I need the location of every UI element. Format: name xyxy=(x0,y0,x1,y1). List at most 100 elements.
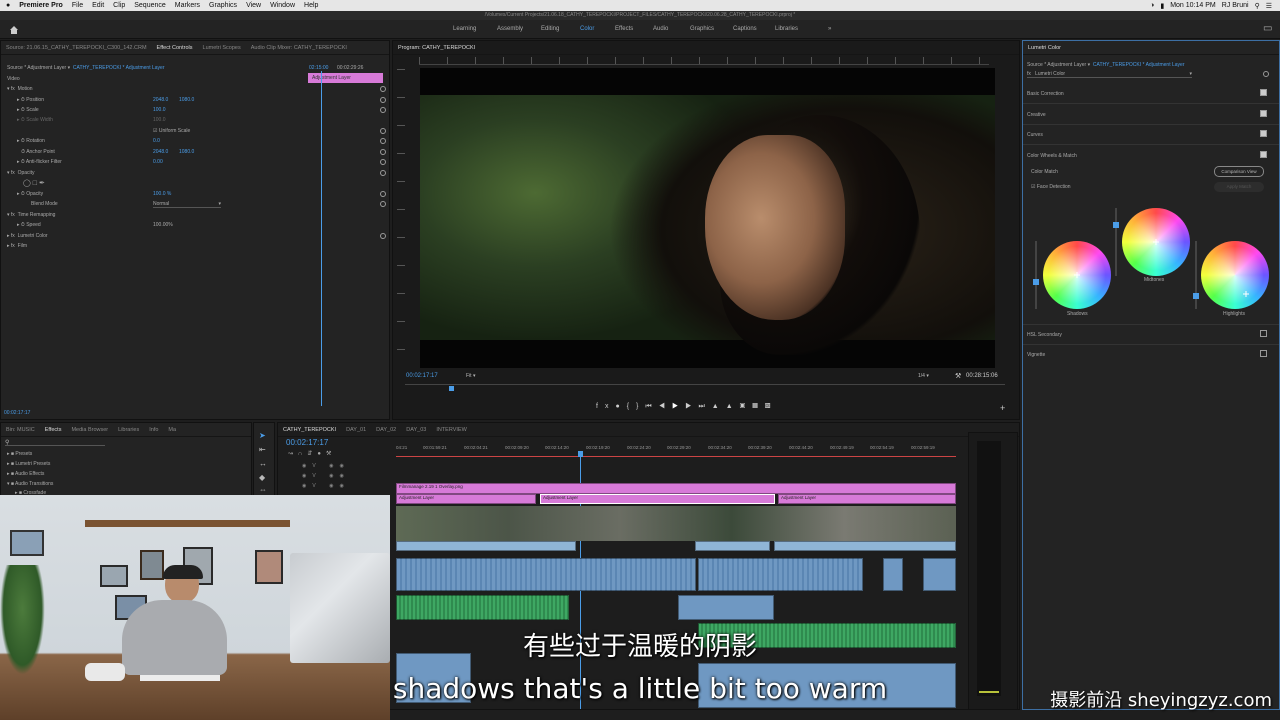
timeline-ruler[interactable]: 04:21 00:01:59:21 00:02:04:21 00:02:09:2… xyxy=(396,445,956,454)
ws-learning[interactable]: Learning xyxy=(453,26,476,32)
scale-value[interactable]: 100.0 xyxy=(153,107,166,113)
anchor-y[interactable]: 1080.0 xyxy=(179,149,194,155)
clock[interactable]: Mon 10:14 PM xyxy=(1170,2,1216,9)
mask-tools[interactable]: ◯ □ ✒ xyxy=(23,179,45,187)
camera-icon[interactable]: ▣ xyxy=(740,403,753,410)
app-menu[interactable]: Premiere Pro xyxy=(19,2,63,9)
section-color-wheels[interactable]: Color Wheels & Match xyxy=(1027,153,1077,159)
apple-icon[interactable]: ● xyxy=(6,2,10,9)
row-anchor-point[interactable]: ⏱ Anchor Point xyxy=(17,149,55,155)
music-clip[interactable] xyxy=(396,595,569,620)
timeline-tool-icons[interactable]: ↝∩⇵●⚒ xyxy=(288,450,336,457)
midtones-wheel[interactable] xyxy=(1122,208,1190,276)
highlights-wheel[interactable] xyxy=(1201,241,1269,309)
row-scale-width[interactable]: ▸ ⏱ Scale Width xyxy=(17,117,53,123)
tab-effect-controls[interactable]: Effect Controls xyxy=(157,45,193,51)
speed-value[interactable]: 100.00% xyxy=(153,222,173,228)
scale-width-value[interactable]: 100.0 xyxy=(153,117,166,123)
reset-icon[interactable] xyxy=(380,138,386,144)
comparison-view-button[interactable]: Comparison View xyxy=(1214,166,1264,177)
ws-captions[interactable]: Captions xyxy=(733,26,757,32)
midtones-slider[interactable] xyxy=(1113,208,1119,276)
row-film[interactable]: ▸ fx Film xyxy=(7,243,27,249)
tab-lumetri-scopes[interactable]: Lumetri Scopes xyxy=(203,45,241,51)
tab-day-03[interactable]: DAY_03 xyxy=(406,427,426,433)
section-basic-correction[interactable]: Basic Correction xyxy=(1027,91,1064,97)
tab-effects[interactable]: Effects xyxy=(45,427,62,433)
go-out-icon[interactable]: ⏭ xyxy=(698,403,711,410)
timeline-timecode[interactable]: 00:02:17:17 xyxy=(286,438,328,447)
audio-clip-a1[interactable] xyxy=(396,558,696,591)
more-workspaces-icon[interactable]: » xyxy=(828,26,831,32)
tab-markers[interactable]: Ma xyxy=(168,427,176,433)
row-anti-flicker[interactable]: ▸ ⏱ Anti-flicker Filter xyxy=(17,159,62,165)
blend-mode-select[interactable]: Normal ▾ xyxy=(153,201,221,208)
section-hsl-secondary[interactable]: HSL Secondary xyxy=(1027,332,1062,338)
video-clip[interactable] xyxy=(774,541,956,551)
reset-icon[interactable] xyxy=(380,201,386,207)
wifi-icon[interactable]: ◑ xyxy=(1150,2,1154,9)
step-back-icon[interactable]: ◀ xyxy=(659,403,672,410)
row-scale[interactable]: ▸ ⏱ Scale xyxy=(17,107,39,113)
tab-bin-music[interactable]: Bin: MUSIC xyxy=(6,427,35,433)
tab-media-browser[interactable]: Media Browser xyxy=(71,427,108,433)
adjustment-layer-clip[interactable]: Adjustment Layer xyxy=(778,494,956,504)
mark-in-icon[interactable]: { xyxy=(627,403,636,410)
menu-list-icon[interactable]: ☰ xyxy=(1266,2,1272,10)
lumetri-fx-select[interactable]: fx Lumetri Color ▾ xyxy=(1027,71,1192,78)
selection-tool-icon[interactable]: ➤ xyxy=(259,431,266,440)
video-clip[interactable] xyxy=(695,541,770,551)
curves-checkbox[interactable] xyxy=(1260,130,1267,137)
audio-clip-a1[interactable] xyxy=(698,558,863,591)
program-scrubber[interactable] xyxy=(405,384,1005,385)
compare-icon[interactable]: ▦ xyxy=(752,403,765,410)
section-curves[interactable]: Curves xyxy=(1027,132,1043,138)
adjustment-layer-clip-selected[interactable]: Adjustment Layer xyxy=(540,494,775,504)
battery-icon[interactable]: ▮ xyxy=(1160,2,1164,10)
audio-clip-a1[interactable] xyxy=(883,558,903,591)
marker-icon[interactable]: ● xyxy=(615,403,626,410)
video-clip[interactable] xyxy=(396,541,576,551)
vignette-checkbox[interactable] xyxy=(1260,350,1267,357)
reset-icon[interactable] xyxy=(380,159,386,165)
reset-icon[interactable] xyxy=(380,233,386,239)
play-icon[interactable]: ▶ xyxy=(672,403,685,410)
ec-clip-bar[interactable]: Adjustment Layer xyxy=(308,73,383,83)
audio-clip-a1[interactable] xyxy=(923,558,956,591)
reset-icon[interactable] xyxy=(380,149,386,155)
basic-correction-checkbox[interactable] xyxy=(1260,89,1267,96)
row-rotation[interactable]: ▸ ⏱ Rotation xyxy=(17,138,45,144)
slip-tool-icon[interactable]: ⇔ xyxy=(259,485,267,494)
color-wheels-checkbox[interactable] xyxy=(1260,151,1267,158)
menu-help[interactable]: Help xyxy=(304,2,318,9)
share-icon[interactable]: ▭ xyxy=(1263,23,1272,34)
folder-lumetri-presets[interactable]: ▸ ■ Lumetri Presets xyxy=(7,461,50,467)
adjustment-layer-clip[interactable]: Adjustment Layer xyxy=(396,494,536,504)
mark-out-icon[interactable]: } xyxy=(636,403,645,410)
face-detection-checkbox[interactable]: ☑ Face Detection xyxy=(1031,184,1071,190)
tab-source[interactable]: Source: 21.06.15_CATHY_TEREPOCKI_C300_14… xyxy=(6,45,147,51)
program-playhead-icon[interactable] xyxy=(449,386,454,391)
tab-audio-clip-mixer[interactable]: Audio Clip Mixer: CATHY_TEREPOCKI xyxy=(251,45,347,51)
row-position[interactable]: ▸ ⏱ Position xyxy=(17,97,44,103)
track-select-icon[interactable]: ⇤ xyxy=(259,445,266,454)
anchor-x[interactable]: 2048.0 xyxy=(153,149,168,155)
track-headers[interactable]: ◉V ◉◉ ◉V ◉◉ ◉V ◉◉ xyxy=(302,461,362,491)
row-time-remapping[interactable]: ▾ fx Time Remapping xyxy=(7,212,55,218)
section-creative[interactable]: Creative xyxy=(1027,112,1046,118)
extract-icon[interactable]: ▲ xyxy=(726,403,740,410)
ws-color[interactable]: Color xyxy=(580,26,594,32)
menu-graphics[interactable]: Graphics xyxy=(209,2,237,9)
reset-icon[interactable] xyxy=(380,191,386,197)
tab-info[interactable]: Info xyxy=(149,427,158,433)
wrench-icon[interactable]: ⚒ xyxy=(955,372,961,380)
reset-icon[interactable] xyxy=(1263,71,1269,77)
shadows-slider[interactable] xyxy=(1033,241,1039,309)
program-video-frame[interactable] xyxy=(420,68,995,368)
search-icon[interactable]: ⚲ xyxy=(1255,2,1260,10)
rotation-value[interactable]: 0.0 xyxy=(153,138,160,144)
menu-file[interactable]: File xyxy=(72,2,83,9)
go-in-icon[interactable]: ⏮ xyxy=(645,403,658,410)
reset-icon[interactable] xyxy=(380,128,386,134)
audio-clip-a2[interactable] xyxy=(678,595,774,620)
